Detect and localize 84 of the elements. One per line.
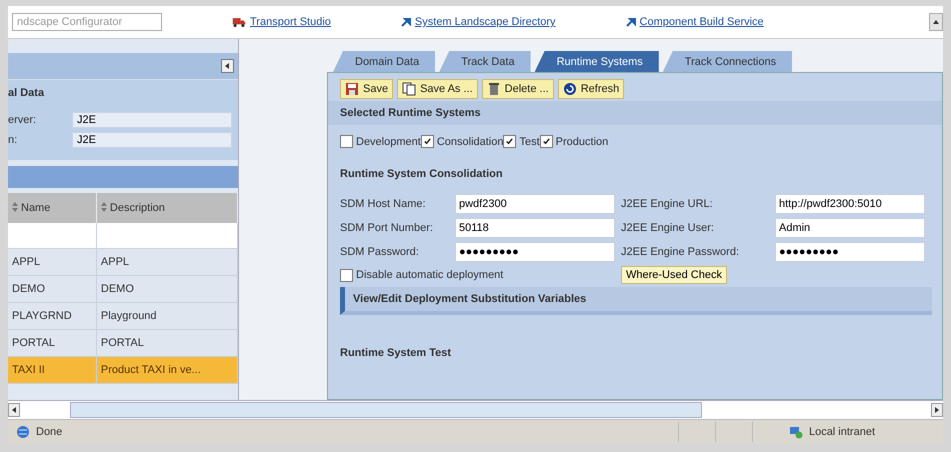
table-cell: APPL <box>96 248 238 276</box>
subsection-header[interactable]: View/Edit Deployment Substitution Variables <box>340 287 932 315</box>
field-label: erver: <box>8 114 38 126</box>
text-field[interactable]: ●●●●●●●●● <box>455 242 615 262</box>
checkbox[interactable] <box>540 135 553 148</box>
copy-icon <box>402 82 416 96</box>
nav-link[interactable]: System Landscape Directory <box>400 16 556 28</box>
field-label: J2EE Engine URL: <box>621 198 714 210</box>
checkbox[interactable] <box>503 135 516 148</box>
column-header[interactable]: Name <box>8 193 96 223</box>
table-cell: PORTAL <box>96 330 238 356</box>
field-label: SDM Host Name: <box>340 198 427 210</box>
table-cell: Product TAXI in ve... <box>96 356 238 384</box>
checkmark-icon <box>542 137 551 146</box>
checkbox-option[interactable]: Disable automatic deployment <box>340 268 621 282</box>
zone-text: Local intranet <box>808 426 875 438</box>
text-field[interactable]: J2E <box>72 112 232 128</box>
tab[interactable]: Domain Data <box>333 51 436 72</box>
table-cell: APPL <box>8 248 96 276</box>
table-row[interactable]: TAXI II Product TAXI in ve... <box>8 356 238 384</box>
table-cell: TAXI II <box>8 356 96 384</box>
table-cell: PLAYGRND <box>8 302 96 330</box>
filter-cell[interactable] <box>8 223 96 248</box>
table-row[interactable]: PORTAL PORTAL <box>8 330 238 356</box>
section-header: Runtime System Test <box>340 346 452 361</box>
checkbox[interactable] <box>340 135 353 148</box>
network-icon <box>788 425 803 439</box>
tab[interactable]: Runtime Systems <box>534 51 659 72</box>
sort-icon[interactable] <box>100 202 107 212</box>
table-cell: DEMO <box>96 276 238 302</box>
tab[interactable]: Track Data <box>439 51 531 72</box>
scroll-up-icon[interactable] <box>929 13 943 31</box>
text-field[interactable]: http://pwdf2300:5010 <box>775 194 925 214</box>
checkbox-option[interactable]: Test <box>503 135 540 148</box>
table-row[interactable]: PLAYGRND Playground <box>8 302 238 330</box>
toolbar-button[interactable]: Save As ... <box>397 79 478 99</box>
where-used-button[interactable]: Where-Used Check <box>621 266 727 284</box>
text-field[interactable]: pwdf2300 <box>455 194 615 214</box>
section-title: al Data <box>8 79 238 106</box>
horizontal-scrollbar[interactable] <box>8 400 943 419</box>
section-header: Selected Runtime Systems <box>328 101 942 125</box>
status-text: Done <box>36 426 62 438</box>
text-field[interactable]: 50118 <box>455 218 615 238</box>
trash-icon <box>486 82 501 96</box>
scroll-left-icon[interactable] <box>8 403 20 417</box>
scroll-thumb[interactable] <box>70 402 702 418</box>
filter-cell[interactable] <box>96 223 238 248</box>
scroll-right-icon[interactable] <box>931 403 943 417</box>
checkbox[interactable] <box>420 135 434 148</box>
text-field[interactable]: J2E <box>72 132 232 148</box>
checkmark-icon <box>505 137 514 146</box>
field-label: J2EE Engine Password: <box>621 246 740 258</box>
arrow-icon <box>400 17 411 27</box>
text-field[interactable]: ●●●●●●●●● <box>775 242 925 262</box>
save-icon <box>345 82 359 96</box>
field-label: SDM Password: <box>340 246 420 258</box>
field-label: SDM Port Number: <box>340 222 434 234</box>
checkbox[interactable] <box>340 268 353 282</box>
field-label: n: <box>8 134 18 146</box>
toolbar-button[interactable]: Refresh <box>558 79 624 99</box>
refresh-icon <box>562 82 577 96</box>
tab[interactable]: Track Connections <box>662 51 792 72</box>
checkbox-option[interactable]: Development <box>340 135 421 148</box>
field-label: J2EE Engine User: <box>621 222 715 234</box>
truck-icon <box>232 15 246 29</box>
globe-icon <box>16 425 30 439</box>
table-cell: DEMO <box>8 276 96 302</box>
collapse-button[interactable] <box>221 59 234 73</box>
table-cell: Playground <box>96 302 238 330</box>
table-row[interactable]: APPL APPL <box>8 248 238 276</box>
section-header: Runtime System Consolidation <box>340 167 504 182</box>
column-header[interactable]: Description <box>96 193 238 223</box>
nav-link[interactable]: Transport Studio <box>232 15 331 29</box>
toolbar-button[interactable]: Delete ... <box>482 79 554 99</box>
table-cell: PORTAL <box>8 330 96 356</box>
checkbox-option[interactable]: Production <box>540 135 608 148</box>
checkbox-option[interactable]: Consolidation <box>420 135 504 148</box>
table-row[interactable]: DEMO DEMO <box>8 276 238 302</box>
text-field[interactable]: Admin <box>775 218 925 238</box>
sort-icon[interactable] <box>12 202 18 212</box>
arrow-icon <box>626 17 636 27</box>
checkmark-icon <box>422 137 432 146</box>
nav-link[interactable]: Component Build Service <box>626 16 764 28</box>
toolbar-button[interactable]: Save <box>340 79 394 99</box>
